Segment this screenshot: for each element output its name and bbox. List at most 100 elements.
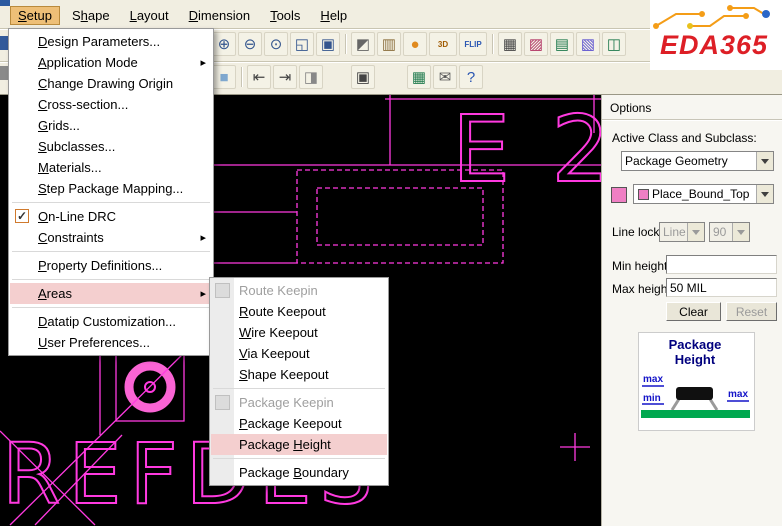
submenu-arrow-icon: ▸ (200, 287, 206, 300)
menu-separator (12, 279, 210, 280)
menu-item-application-mode[interactable]: Application Mode▸ (10, 52, 212, 73)
menu-item-constraints[interactable]: Constraints▸ (10, 227, 212, 248)
move-right-icon[interactable]: ⇥ (273, 65, 297, 89)
menu-item-label: Route Keepout (239, 304, 326, 319)
menu-item-label: Areas (38, 286, 72, 301)
flip-design-icon[interactable]: FLIP (459, 32, 487, 56)
silkscreen-text-top: E 2 (452, 96, 601, 203)
min-height-input[interactable] (666, 255, 777, 274)
menu-item-subclasses[interactable]: Subclasses... (10, 136, 212, 157)
diagram-max-right: max (728, 389, 748, 400)
menu-item-materials[interactable]: Materials... (10, 157, 212, 178)
angle-combo[interactable]: 90 (709, 222, 750, 242)
menu-item-route-keepout[interactable]: Route Keepout (211, 301, 387, 322)
chevron-down-icon (687, 223, 704, 241)
line-lock-value: Line (660, 225, 687, 239)
menu-item-label: Wire Keepout (239, 325, 318, 340)
menu-item-label: Application Mode (38, 55, 138, 70)
menu-item-label: Route Keepin (239, 283, 318, 298)
color-swatch-icon[interactable]: ■ (212, 65, 236, 89)
app-window: Setup Shape Layout Dimension Tools Help … (0, 0, 782, 526)
menu-item-label: Cross-section... (38, 97, 128, 112)
menubar-dimension[interactable]: Dimension (181, 6, 258, 25)
menubar-setup[interactable]: Setup (10, 6, 60, 25)
unrats-icon[interactable]: ▥ (377, 32, 401, 56)
chevron-down-icon[interactable] (756, 185, 773, 203)
left-toolbar-icon[interactable] (0, 36, 8, 50)
max-height-input[interactable] (666, 278, 777, 297)
color-dialog-icon[interactable]: ▨ (524, 32, 548, 56)
menu-item-areas[interactable]: Areas ▸ (10, 283, 212, 304)
reset-button[interactable]: Reset (726, 302, 777, 321)
menu-separator (12, 307, 210, 308)
menu-item-step-package-mapping[interactable]: Step Package Mapping... (10, 178, 212, 199)
shadow-mode-icon[interactable]: ◩ (351, 32, 375, 56)
menu-item-package-keepin[interactable]: Package Keepin (211, 392, 387, 413)
toolbar-separator (345, 34, 346, 54)
move-left-icon[interactable]: ⇤ (247, 65, 271, 89)
snapshot-icon[interactable]: ▣ (351, 65, 375, 89)
menu-item-user-preferences[interactable]: User Preferences... (10, 332, 212, 353)
highlight-icon[interactable]: ◨ (299, 65, 323, 89)
zoom-out-icon[interactable]: ⊖ (238, 32, 262, 56)
help-icon[interactable]: ? (459, 65, 483, 89)
status-icon[interactable]: ◫ (602, 32, 626, 56)
chevron-down-icon[interactable] (756, 152, 773, 170)
global-visibility-icon[interactable]: ● (403, 32, 427, 56)
chip-body (676, 387, 713, 400)
layer-visibility-icon[interactable]: ▤ (550, 32, 574, 56)
menu-item-label: Grids... (38, 118, 80, 133)
menu-item-label: Subclasses... (38, 139, 115, 154)
menu-item-package-height[interactable]: Package Height (211, 434, 387, 455)
diagram-title-2: Height (675, 352, 716, 367)
menu-item-label: Package Height (239, 437, 331, 452)
subclass-combo[interactable]: Place_Bound_Top (633, 184, 774, 204)
chip-lead-right (710, 399, 717, 410)
menubar-layout[interactable]: Layout (122, 6, 177, 25)
zoom-in-icon[interactable]: ⊕ (212, 32, 236, 56)
diagram-min-left: min (643, 393, 661, 404)
menu-separator (12, 251, 210, 252)
subclass-color-swatch[interactable] (611, 187, 627, 203)
zoom-world-icon[interactable]: ▣ (316, 32, 340, 56)
menu-item-package-keepout[interactable]: Package Keepout (211, 413, 387, 434)
menu-item-online-drc[interactable]: ✓On-Line DRC (10, 206, 212, 227)
symbol-edit-icon[interactable]: ▦ (407, 65, 431, 89)
toolbar-separator (492, 34, 493, 54)
menu-item-label: Property Definitions... (38, 258, 162, 273)
left-toolbar-icon[interactable] (0, 66, 8, 80)
checkbox-checked-icon: ✓ (15, 209, 29, 223)
menu-item-property-definitions[interactable]: Property Definitions... (10, 255, 212, 276)
menubar-help[interactable]: Help (312, 6, 355, 25)
menubar-tools[interactable]: Tools (262, 6, 308, 25)
mail-icon[interactable]: ✉ (433, 65, 457, 89)
chevron-down-icon (732, 223, 749, 241)
line-lock-combo[interactable]: Line (659, 222, 705, 242)
menubar-shape[interactable]: Shape (64, 6, 118, 25)
constraint-manager-icon[interactable]: ▧ (576, 32, 600, 56)
options-panel-title: Options (610, 101, 651, 115)
class-combo[interactable]: Package Geometry (621, 151, 774, 171)
menu-item-route-keepin[interactable]: Route Keepin (211, 280, 387, 301)
menu-item-wire-keepout[interactable]: Wire Keepout (211, 322, 387, 343)
menu-item-package-boundary[interactable]: Package Boundary (211, 462, 387, 483)
menu-item-label: Materials... (38, 160, 102, 175)
divider (602, 119, 782, 120)
zoom-fit-icon[interactable]: ◱ (290, 32, 314, 56)
zoom-by-points-icon[interactable]: ⊙ (264, 32, 288, 56)
menu-item-cross-section[interactable]: Cross-section... (10, 94, 212, 115)
clear-button[interactable]: Clear (666, 302, 721, 321)
3d-view-icon[interactable]: 3D (429, 32, 457, 56)
menu-item-design-parameters[interactable]: Design Parameters... (10, 31, 212, 52)
package-height-diagram-svg: Package Height max min max (639, 333, 752, 428)
menu-item-label: Datatip Customization... (38, 314, 176, 329)
menu-item-change-drawing-origin[interactable]: Change Drawing Origin (10, 73, 212, 94)
menu-item-via-keepout[interactable]: Via Keepout (211, 343, 387, 364)
menu-item-grids[interactable]: Grids... (10, 115, 212, 136)
menu-item-shape-keepout[interactable]: Shape Keepout (211, 364, 387, 385)
toolbar-row-1: ⊕⊖⊙◱▣ ◩▥●3DFLIP ▦▨▤▧◫ (212, 32, 626, 56)
menu-item-label: Package Keepin (239, 395, 334, 410)
menubar: Setup Shape Layout Dimension Tools Help (0, 3, 665, 27)
grid-toggle-icon[interactable]: ▦ (498, 32, 522, 56)
menu-item-datatip-customization[interactable]: Datatip Customization... (10, 311, 212, 332)
